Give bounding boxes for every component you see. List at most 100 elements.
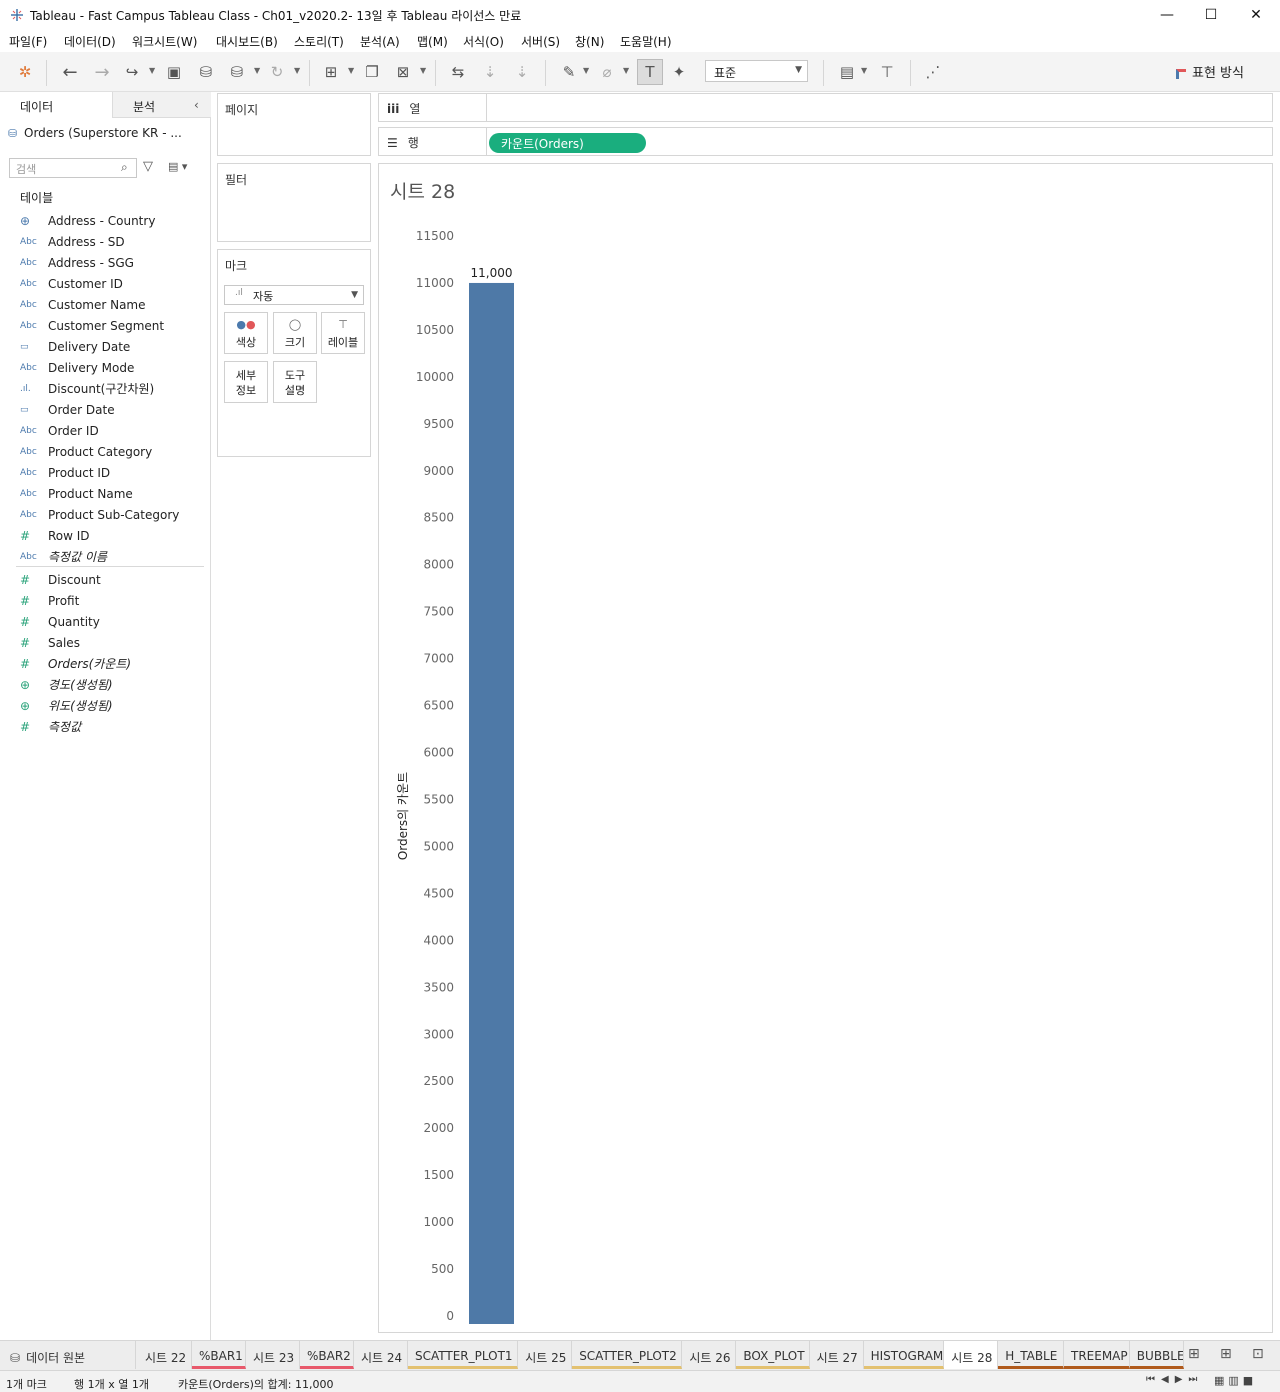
sheet-tab[interactable]: %BAR1 xyxy=(192,1341,246,1369)
sort-descending-icon[interactable]: ⇣ xyxy=(511,61,533,83)
dimension-field[interactable]: Abc Product Category xyxy=(20,441,205,462)
pause-updates-icon[interactable]: ⛁ xyxy=(226,61,248,83)
datasource-tab[interactable]: ⛁ 데이터 원본 xyxy=(0,1341,136,1369)
dimension-field[interactable]: .ıl. Discount(구간차원) xyxy=(20,378,205,399)
filters-card[interactable]: 필터 xyxy=(217,163,371,242)
bar[interactable] xyxy=(469,282,514,1324)
highlight-dropdown-icon[interactable]: ▼ xyxy=(583,66,589,75)
menu-map[interactable]: 맵(M) xyxy=(417,33,448,50)
dimension-field[interactable]: Abc Product Sub-Category xyxy=(20,504,205,525)
columns-shelf[interactable]: iii 열 xyxy=(378,93,1273,122)
new-worksheet-icon[interactable]: ⊞ xyxy=(320,61,342,83)
color-button[interactable]: ●● 색상 xyxy=(224,312,268,354)
menu-help[interactable]: 도움말(H) xyxy=(620,33,672,50)
menu-worksheet[interactable]: 워크시트(W) xyxy=(132,33,197,50)
show-me-button[interactable]: 표현 방식 xyxy=(1176,62,1244,81)
measure-field[interactable]: ⊕ 위도(생성됨) xyxy=(20,695,205,716)
view-mode-icons[interactable]: ▦▥■ xyxy=(1214,1374,1257,1387)
measure-field[interactable]: # 측정값 xyxy=(20,716,205,737)
sheet-tab[interactable]: TREEMAP xyxy=(1064,1341,1130,1369)
pause-dropdown-icon[interactable]: ▼ xyxy=(254,66,260,75)
sheet-tab[interactable]: HISTOGRAM xyxy=(863,1341,945,1369)
measure-field[interactable]: ⊕ 경도(생성됨) xyxy=(20,674,205,695)
measure-field[interactable]: # Orders(카운트) xyxy=(20,653,205,674)
minimize-button[interactable]: — xyxy=(1144,0,1190,30)
sheet-tab[interactable]: SCATTER_PLOT1 xyxy=(408,1341,519,1369)
swap-rows-columns-icon[interactable]: ⇆ xyxy=(447,61,469,83)
close-button[interactable]: ✕ xyxy=(1233,0,1279,30)
sheet-tab[interactable]: %BAR2 xyxy=(300,1341,354,1369)
datasource-name[interactable]: Orders (Superstore KR - ... xyxy=(24,126,182,140)
measure-field[interactable]: # Sales xyxy=(20,632,205,653)
sheet-tab[interactable]: H_TABLE xyxy=(998,1341,1064,1369)
highlight-icon[interactable]: ✎ xyxy=(558,61,580,83)
size-button[interactable]: ◯ 크기 xyxy=(273,312,317,354)
sheet-tab[interactable]: 시트 26 xyxy=(682,1341,737,1369)
menu-data[interactable]: 데이터(D) xyxy=(64,33,116,50)
show-cards-icon[interactable]: ▤ xyxy=(836,61,858,83)
measure-field[interactable]: # Quantity xyxy=(20,611,205,632)
clear-sheet-icon[interactable]: ⊠ xyxy=(392,61,414,83)
sheet-tab[interactable]: BUBBLE xyxy=(1129,1341,1184,1369)
dimension-field[interactable]: ▭ Delivery Date xyxy=(20,336,205,357)
sheet-tab[interactable]: BOX_PLOT xyxy=(736,1341,810,1369)
label-button[interactable]: ⊤ 레이블 xyxy=(321,312,365,354)
new-worksheet-tab-icon[interactable]: ⊞ xyxy=(1188,1346,1212,1366)
dimension-field[interactable]: Abc 측정값 이름 xyxy=(20,546,205,567)
fit-select[interactable]: 표준 ▼ xyxy=(705,60,808,82)
search-input[interactable]: 검색 xyxy=(9,158,137,178)
undo-icon[interactable]: ← xyxy=(59,61,81,83)
new-story-tab-icon[interactable]: ⊡ xyxy=(1252,1346,1276,1366)
show-mark-labels-icon[interactable]: T xyxy=(637,59,663,85)
dimension-field[interactable]: Abc Delivery Mode xyxy=(20,357,205,378)
refresh-dropdown-icon[interactable]: ▼ xyxy=(294,66,300,75)
pages-card[interactable]: 페이지 xyxy=(217,93,371,156)
sheet-tab[interactable]: 시트 24 xyxy=(354,1341,408,1369)
dimension-field[interactable]: ⊕ Address - Country xyxy=(20,210,205,231)
rows-shelf[interactable]: ☰ 행 카운트(Orders) xyxy=(378,127,1273,156)
sheet-tab[interactable]: 시트 27 xyxy=(810,1341,864,1369)
tooltip-button[interactable]: 도구 설명 xyxy=(273,361,317,403)
menu-window[interactable]: 창(N) xyxy=(575,33,604,50)
menu-dashboard[interactable]: 대시보드(B) xyxy=(216,33,278,50)
filter-icon[interactable]: ▽ xyxy=(143,159,153,174)
collapse-pane-icon[interactable]: ‹ xyxy=(194,98,199,112)
menu-story[interactable]: 스토리(T) xyxy=(294,33,344,50)
dimension-field[interactable]: Abc Customer ID xyxy=(20,273,205,294)
tableau-home-icon[interactable]: ✲ xyxy=(14,61,36,83)
dimension-field[interactable]: ▭ Order Date xyxy=(20,399,205,420)
view-options-icon[interactable]: ▤ ▾ xyxy=(168,160,187,173)
redo-icon[interactable]: → xyxy=(91,61,113,83)
duplicate-sheet-icon[interactable]: ❐ xyxy=(361,61,383,83)
new-worksheet-dropdown-icon[interactable]: ▼ xyxy=(348,66,354,75)
menu-server[interactable]: 서버(S) xyxy=(521,33,560,50)
save-icon[interactable]: ▣ xyxy=(163,61,185,83)
sheet-navigation-icons[interactable]: ⏮◀▶⏭ xyxy=(1146,1374,1203,1385)
replay-icon[interactable]: ↪ xyxy=(121,61,143,83)
maximize-button[interactable]: ☐ xyxy=(1188,0,1234,30)
dimension-field[interactable]: # Row ID xyxy=(20,525,205,546)
mark-type-select[interactable]: .ıl 자동 ▼ xyxy=(224,285,364,305)
refresh-icon[interactable]: ↻ xyxy=(266,61,288,83)
menu-format[interactable]: 서식(O) xyxy=(463,33,504,50)
measure-field[interactable]: # Profit xyxy=(20,590,205,611)
show-cards-dropdown-icon[interactable]: ▼ xyxy=(861,66,867,75)
share-icon[interactable]: ⋰ xyxy=(922,61,944,83)
sheet-tab[interactable]: SCATTER_PLOT2 xyxy=(572,1341,683,1369)
dimension-field[interactable]: Abc Address - SD xyxy=(20,231,205,252)
sheet-tab[interactable]: 시트 28 xyxy=(944,1341,999,1369)
menu-analysis[interactable]: 분석(A) xyxy=(360,33,400,50)
clear-dropdown-icon[interactable]: ▼ xyxy=(420,66,426,75)
fix-axes-icon[interactable]: ✦ xyxy=(668,61,690,83)
dimension-field[interactable]: Abc Address - SGG xyxy=(20,252,205,273)
sort-ascending-icon[interactable]: ⇣ xyxy=(479,61,501,83)
rows-pill[interactable]: 카운트(Orders) xyxy=(489,133,646,153)
dimension-field[interactable]: Abc Customer Segment xyxy=(20,315,205,336)
replay-dropdown-icon[interactable]: ▼ xyxy=(149,66,155,75)
dimension-field[interactable]: Abc Product Name xyxy=(20,483,205,504)
group-dropdown-icon[interactable]: ▼ xyxy=(623,66,629,75)
measure-field[interactable]: # Discount xyxy=(20,569,205,590)
dimension-field[interactable]: Abc Product ID xyxy=(20,462,205,483)
tab-data[interactable]: 데이터 xyxy=(0,92,112,118)
detail-button[interactable]: 세부 정보 xyxy=(224,361,268,403)
